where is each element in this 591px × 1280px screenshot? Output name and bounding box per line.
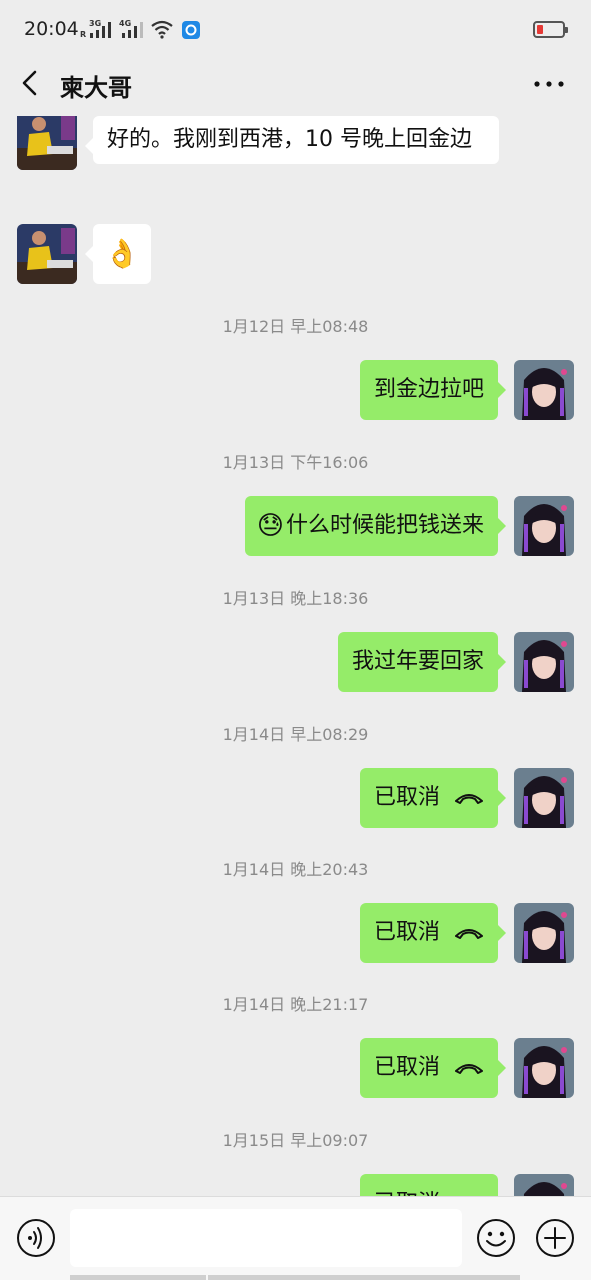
my-avatar[interactable] (514, 1174, 574, 1196)
back-arrow-icon[interactable] (18, 68, 44, 98)
my-avatar[interactable] (514, 903, 574, 963)
message-timestamp: 1月14日 晚上20:43 (222, 860, 369, 879)
outgoing-message-bubble[interactable]: 到金边拉吧 (359, 360, 507, 420)
message-timestamp: 1月12日 早上08:48 (222, 317, 369, 336)
outgoing-message-bubble[interactable]: 😓 什么时候能把钱送来 (244, 496, 507, 556)
gesture-bar (208, 1275, 520, 1280)
contact-avatar[interactable] (17, 116, 77, 170)
call-status-text: 已取消 (373, 920, 440, 945)
call-status-text: 已取消 (373, 785, 440, 810)
plus-icon[interactable] (535, 1218, 575, 1258)
more-options-icon[interactable] (532, 78, 566, 90)
contact-avatar[interactable] (17, 224, 77, 284)
outgoing-message-bubble[interactable]: 我过年要回家 (337, 632, 507, 692)
status-bar: 20:04 3G R 4G (0, 0, 591, 60)
my-avatar[interactable] (514, 1038, 574, 1098)
message-list[interactable]: 好的。我刚到西港，10 号晚上回金边 👌 1月12日 早上08:48 到金边拉吧 (0, 116, 591, 1196)
signal-strength-2-icon (122, 22, 143, 38)
message-timestamp: 1月13日 晚上18:36 (222, 589, 369, 608)
battery-level (537, 25, 543, 34)
my-avatar[interactable] (514, 632, 574, 692)
call-status-text: 已取消 (374, 1174, 440, 1196)
incoming-message-bubble[interactable]: 好的。我刚到西港，10 号晚上回金边 (85, 116, 499, 164)
message-timestamp: 1月14日 早上08:29 (222, 725, 369, 744)
call-record-bubble[interactable]: 已取消 (359, 768, 507, 828)
ok-hand-emoji: 👌 (104, 237, 140, 270)
battery-icon (533, 21, 568, 38)
my-avatar[interactable] (514, 768, 574, 828)
call-status-text: 已取消 (373, 1055, 440, 1080)
message-text: 我过年要回家 (351, 649, 484, 674)
chat-title: 柬大哥 (60, 74, 132, 102)
call-record-bubble[interactable]: 已取消 (359, 903, 507, 963)
hangup-icon (455, 1064, 483, 1074)
message-input[interactable] (70, 1209, 462, 1267)
call-record-bubble[interactable]: 已取消 (359, 1174, 498, 1196)
message-text: 什么时候能把钱送来 (285, 513, 484, 538)
sweat-emoji: 😓 (256, 511, 284, 541)
app-notification-icon (182, 21, 200, 39)
incoming-emoji-bubble[interactable]: 👌 (85, 224, 151, 284)
hangup-icon (455, 929, 483, 939)
message-timestamp: 1月15日 早上09:07 (222, 1131, 369, 1150)
input-bar (0, 1196, 591, 1280)
hangup-icon (455, 794, 483, 804)
emoji-icon[interactable] (476, 1218, 516, 1258)
message-timestamp: 1月14日 晚上21:17 (222, 995, 369, 1014)
signal-strength-icon (90, 22, 111, 38)
call-record-bubble[interactable]: 已取消 (359, 1038, 507, 1098)
roaming-label: R (80, 30, 87, 39)
my-avatar[interactable] (514, 360, 574, 420)
my-avatar[interactable] (514, 496, 574, 556)
status-time: 20:04 (24, 18, 79, 40)
message-text: 到金边拉吧 (373, 377, 484, 402)
message-text: 好的。我刚到西港，10 号晚上回金边 (107, 127, 472, 152)
gesture-bar (70, 1275, 206, 1280)
message-timestamp: 1月13日 下午16:06 (222, 453, 369, 472)
voice-icon[interactable] (16, 1218, 56, 1258)
chat-header: 柬大哥 (0, 60, 591, 116)
wifi-icon (151, 20, 173, 39)
